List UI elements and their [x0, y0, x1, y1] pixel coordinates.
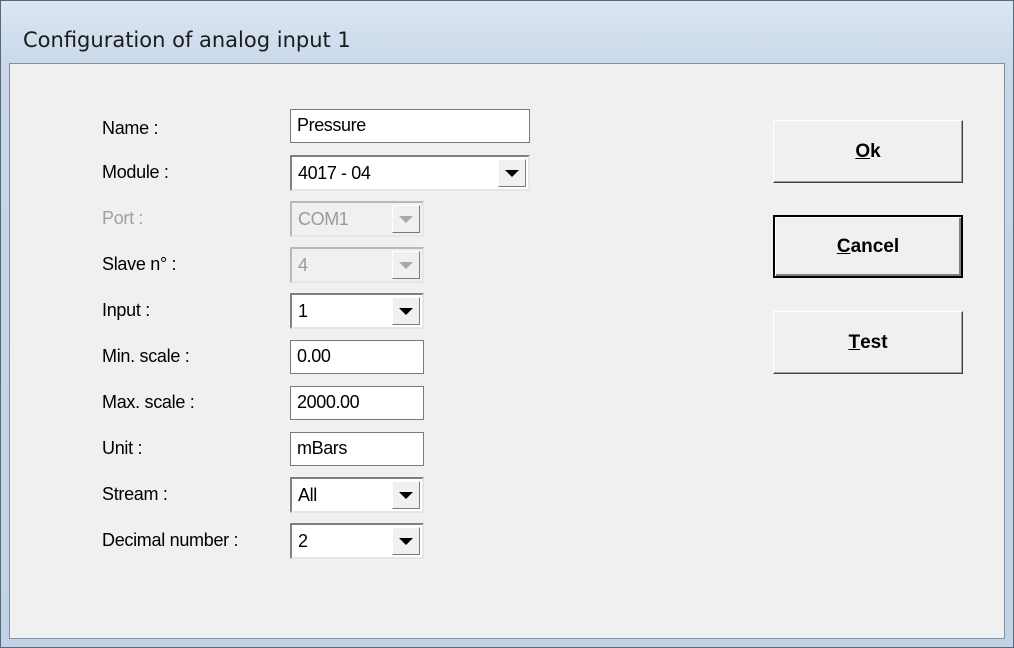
chevron-down-icon[interactable]	[498, 159, 526, 187]
port-select: COM1	[290, 201, 424, 237]
test-mnemonic: T	[848, 331, 861, 353]
cancel-label: ancel	[850, 235, 900, 257]
unit-input[interactable]: mBars	[290, 432, 424, 466]
dialog-window: Configuration of analog input 1 Name : M…	[0, 0, 1014, 648]
ok-label: k	[870, 140, 881, 162]
slave-label: Slave n° :	[102, 254, 177, 274]
decimal-number-value: 2	[298, 531, 308, 551]
test-label: est	[860, 331, 888, 353]
name-input[interactable]: Pressure	[290, 109, 530, 143]
ok-mnemonic: O	[855, 140, 871, 162]
module-label: Module :	[102, 162, 169, 182]
module-select[interactable]: 4017 - 04	[290, 155, 530, 191]
window-title: Configuration of analog input 1	[23, 28, 351, 52]
chevron-down-icon	[392, 251, 420, 279]
unit-label: Unit :	[102, 438, 143, 458]
chevron-down-icon	[392, 205, 420, 233]
test-button[interactable]: Test	[773, 311, 963, 374]
port-label: Port :	[102, 208, 144, 228]
input-value: 1	[298, 301, 308, 321]
decimal-number-select[interactable]: 2	[290, 523, 424, 559]
cancel-mnemonic: C	[836, 235, 851, 257]
decimal-number-label: Decimal number :	[102, 530, 239, 550]
port-value: COM1	[298, 209, 349, 229]
max-scale-input[interactable]: 2000.00	[290, 386, 424, 420]
title-bar[interactable]: Configuration of analog input 1	[1, 1, 1013, 63]
stream-select[interactable]: All	[290, 477, 424, 513]
stream-label: Stream :	[102, 484, 168, 504]
slave-select: 4	[290, 247, 424, 283]
input-select[interactable]: 1	[290, 293, 424, 329]
chevron-down-icon[interactable]	[392, 297, 420, 325]
chevron-down-icon[interactable]	[392, 481, 420, 509]
min-scale-input[interactable]: 0.00	[290, 340, 424, 374]
input-label: Input :	[102, 300, 150, 320]
dialog-body: Name : Module : Port : Slave n° : Input …	[9, 63, 1005, 639]
module-value: 4017 - 04	[298, 163, 371, 183]
stream-value: All	[298, 485, 317, 505]
min-scale-label: Min. scale :	[102, 346, 190, 366]
slave-value: 4	[298, 255, 308, 275]
ok-button[interactable]: Ok	[773, 120, 963, 183]
max-scale-label: Max. scale :	[102, 392, 195, 412]
chevron-down-icon[interactable]	[392, 527, 420, 555]
cancel-button[interactable]: Cancel	[773, 215, 963, 278]
name-label: Name :	[102, 118, 159, 138]
